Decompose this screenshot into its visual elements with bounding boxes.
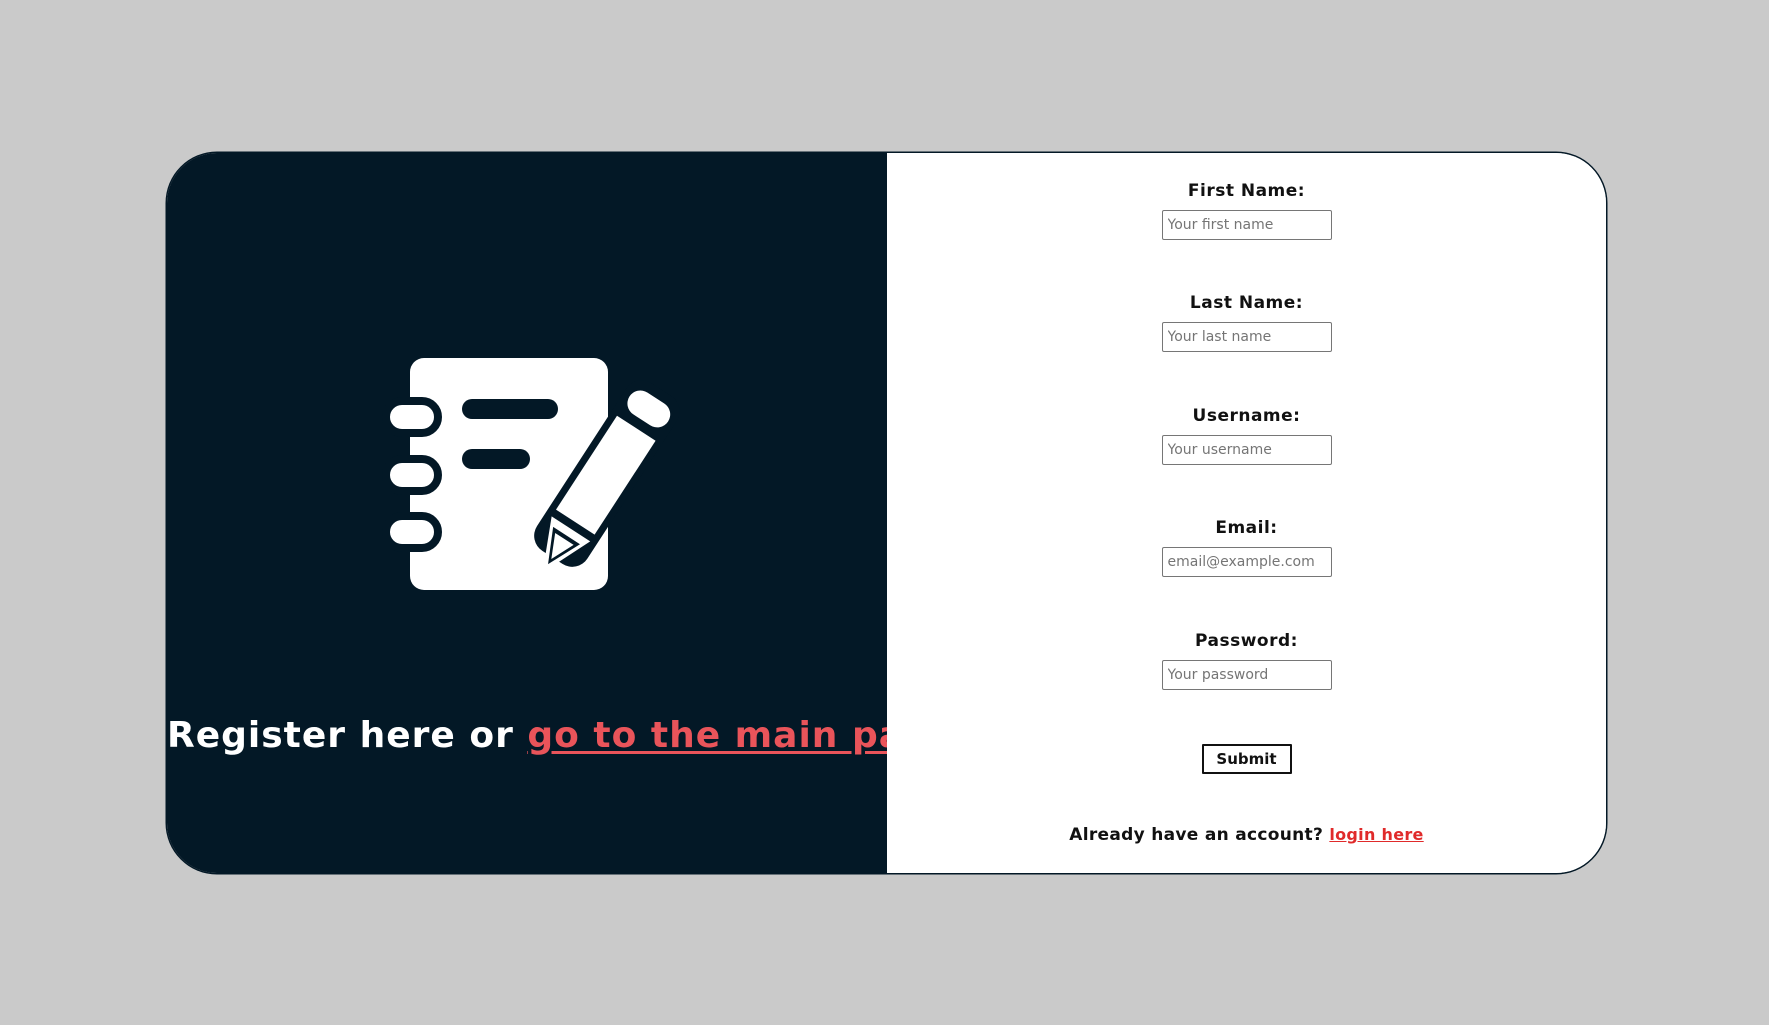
register-card: Register here or go to the main page Fir… — [167, 153, 1606, 873]
password-input[interactable] — [1161, 660, 1332, 690]
username-group: Username: — [887, 406, 1606, 465]
login-prompt-text: Already have an account? — [1069, 825, 1330, 845]
hero-caption-text: Register here or — [167, 715, 528, 756]
last-name-label: Last Name: — [1189, 293, 1304, 313]
last-name-group: Last Name: — [887, 293, 1606, 352]
email-input[interactable] — [1161, 547, 1332, 577]
notebook-pencil-icon — [372, 358, 682, 638]
submit-button[interactable]: Submit — [1201, 744, 1292, 774]
email-label: Email: — [1215, 518, 1278, 538]
email-group: Email: — [887, 518, 1606, 577]
password-group: Password: — [887, 631, 1606, 690]
last-name-input[interactable] — [1161, 322, 1332, 352]
hero-caption: Register here or go to the main page — [167, 715, 955, 756]
registration-form: First Name: Last Name: Username: Email: … — [887, 153, 1606, 873]
first-name-label: First Name: — [1187, 181, 1306, 201]
first-name-group: First Name: — [887, 181, 1606, 240]
login-prompt: Already have an account? login here — [887, 825, 1606, 845]
username-label: Username: — [1192, 406, 1301, 426]
password-label: Password: — [1195, 631, 1298, 651]
first-name-input[interactable] — [1161, 210, 1332, 240]
hero-panel: Register here or go to the main page — [167, 153, 955, 873]
submit-row: Submit — [887, 744, 1606, 774]
login-link[interactable]: login here — [1329, 825, 1423, 844]
username-input[interactable] — [1161, 435, 1332, 465]
